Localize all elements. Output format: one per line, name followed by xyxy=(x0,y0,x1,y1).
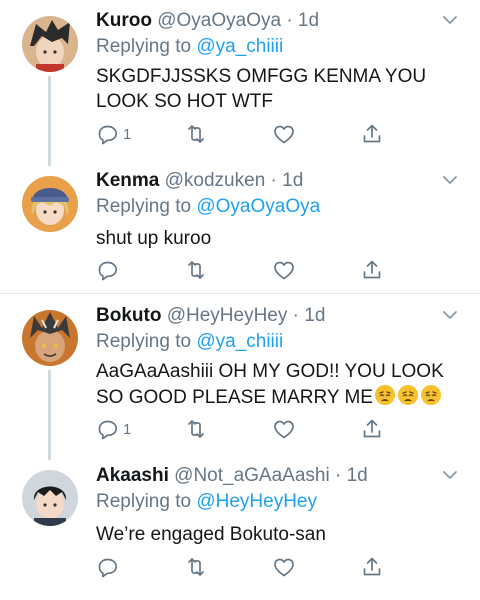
like-button[interactable] xyxy=(272,257,296,283)
reply-button[interactable] xyxy=(96,554,123,580)
like-button[interactable] xyxy=(272,554,296,580)
thread-line xyxy=(48,76,51,166)
display-name[interactable]: Bokuto xyxy=(96,305,161,326)
reply-icon xyxy=(98,125,118,145)
thread-line xyxy=(48,370,51,460)
share-icon xyxy=(363,124,381,143)
reply-to-link[interactable]: @ya_chiiii xyxy=(196,36,283,57)
reply-count: 1 xyxy=(123,420,132,438)
tweet-bokuto[interactable]: Bokuto @HeyHeyHey · 1d Replying to @ya_c… xyxy=(0,294,480,460)
timestamp[interactable]: · 1d xyxy=(293,305,326,326)
tweet-akaashi[interactable]: Akaashi @Not_aGAaAashi · 1d Replying to … xyxy=(0,454,480,600)
retweet-icon xyxy=(188,420,204,438)
tweet-kenma[interactable]: Kenma @kodzuken · 1d Replying to @OyaOya… xyxy=(0,160,480,293)
share-icon xyxy=(363,557,381,576)
reply-icon xyxy=(98,420,118,440)
retweet-button[interactable] xyxy=(184,257,208,283)
share-icon xyxy=(363,260,381,279)
avatar-kenma[interactable] xyxy=(22,176,78,232)
action-bar: 1 xyxy=(96,121,396,147)
reply-icon xyxy=(98,558,118,578)
timestamp[interactable]: · 1d xyxy=(335,465,368,486)
replying-to: Replying to @OyaOyaOya xyxy=(96,196,320,218)
timestamp[interactable]: · 1d xyxy=(286,10,319,31)
retweet-button[interactable] xyxy=(184,121,208,147)
retweet-icon xyxy=(188,125,204,143)
like-icon xyxy=(274,558,294,577)
like-icon xyxy=(274,420,294,439)
replying-to: Replying to @ya_chiiii xyxy=(96,36,283,58)
tweet-header: Akaashi @Not_aGAaAashi · 1d xyxy=(96,465,368,487)
weary-face-icon xyxy=(397,385,418,405)
tweet-header: Kuroo @OyaOyaOya · 1d xyxy=(96,10,319,32)
reply-to-link[interactable]: @HeyHeyHey xyxy=(196,491,317,512)
chevron-down-icon[interactable] xyxy=(442,307,458,323)
replying-to-label: Replying to xyxy=(96,331,197,352)
like-button[interactable] xyxy=(272,416,296,442)
share-icon xyxy=(363,419,381,438)
replying-to: Replying to @HeyHeyHey xyxy=(96,491,317,513)
tweet-text: shut up kuroo xyxy=(96,228,212,249)
replying-to: Replying to @ya_chiiii xyxy=(96,331,283,353)
tweet-text: SKGDFJJSSKS OMFGG KENMA YOU LOOK SO HOT … xyxy=(96,66,427,112)
share-button[interactable] xyxy=(360,121,384,147)
display-name[interactable]: Kuroo xyxy=(96,10,152,31)
reply-to-link[interactable]: @OyaOyaOya xyxy=(196,196,320,217)
like-icon xyxy=(274,261,294,280)
reply-button[interactable]: 1 xyxy=(96,416,131,442)
weary-face-icon xyxy=(374,385,395,405)
action-bar xyxy=(96,554,396,580)
reply-to-link[interactable]: @ya_chiiii xyxy=(196,331,283,352)
user-handle[interactable]: @Not_aGAaAashi xyxy=(174,465,330,486)
chevron-down-icon[interactable] xyxy=(442,172,458,188)
replying-to-label: Replying to xyxy=(96,491,197,512)
tweet-kuroo[interactable]: Kuroo @OyaOyaOya · 1d Replying to @ya_ch… xyxy=(0,0,480,166)
tweet-header: Bokuto @HeyHeyHey · 1d xyxy=(96,305,325,327)
avatar-bokuto[interactable] xyxy=(22,310,78,366)
avatar-kuroo[interactable] xyxy=(22,16,78,72)
chevron-down-icon[interactable] xyxy=(442,12,458,28)
share-button[interactable] xyxy=(360,554,384,580)
timestamp[interactable]: · 1d xyxy=(271,170,304,191)
user-handle[interactable]: @kodzuken xyxy=(165,170,266,191)
reply-button[interactable]: 1 xyxy=(96,121,131,147)
chevron-down-icon[interactable] xyxy=(442,467,458,483)
retweet-button[interactable] xyxy=(184,416,208,442)
user-handle[interactable]: @OyaOyaOya xyxy=(157,10,281,31)
share-button[interactable] xyxy=(360,257,384,283)
display-name[interactable]: Akaashi xyxy=(96,465,169,486)
avatar-akaashi[interactable] xyxy=(22,470,78,526)
retweet-icon xyxy=(188,261,204,279)
like-icon xyxy=(274,125,294,144)
tweet-text: We’re engaged Bokuto-san xyxy=(96,524,326,545)
reply-count: 1 xyxy=(123,125,132,143)
action-bar xyxy=(96,257,396,283)
like-button[interactable] xyxy=(272,121,296,147)
tweet-header: Kenma @kodzuken · 1d xyxy=(96,170,303,192)
reply-icon xyxy=(98,261,118,281)
replying-to-label: Replying to xyxy=(96,36,197,57)
retweet-button[interactable] xyxy=(184,554,208,580)
weary-face-icon xyxy=(420,385,441,405)
share-button[interactable] xyxy=(360,416,384,442)
reply-button[interactable] xyxy=(96,257,123,283)
display-name[interactable]: Kenma xyxy=(96,170,159,191)
tweet-text-container: AaGAaAashiii OH MY GOD!! YOU LOOK SO GOO… xyxy=(96,359,456,410)
action-bar: 1 xyxy=(96,416,396,442)
replying-to-label: Replying to xyxy=(96,196,197,217)
retweet-icon xyxy=(188,558,204,576)
user-handle[interactable]: @HeyHeyHey xyxy=(167,305,288,326)
